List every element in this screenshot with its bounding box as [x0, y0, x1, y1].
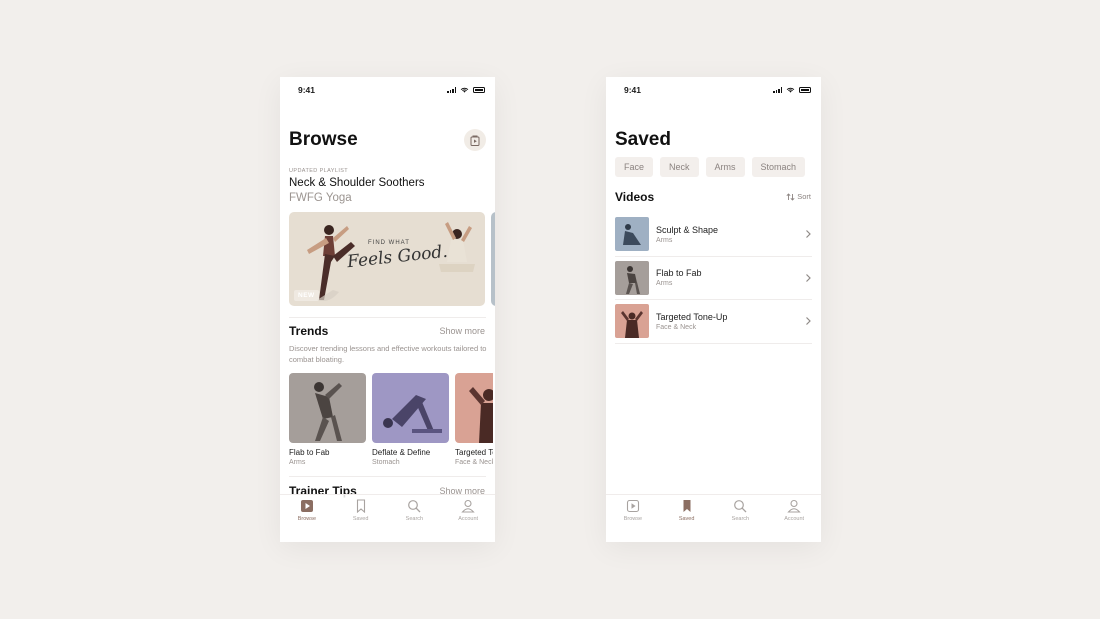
- trend-card-subtitle: Arms: [289, 459, 306, 466]
- playlist-button[interactable]: [464, 129, 486, 151]
- saved-screen: 9:41 Saved Face Neck Arms Stomach Videos…: [606, 77, 821, 542]
- banner-text-line1: FIND WHAT: [368, 240, 410, 246]
- sort-label: Sort: [797, 192, 811, 201]
- page-title: Saved: [615, 129, 671, 150]
- status-time: 9:41: [298, 85, 316, 95]
- video-title: Flab to Fab: [656, 268, 702, 279]
- sort-icon: [786, 192, 795, 201]
- playlist-icon: [470, 135, 480, 146]
- bookmark-icon: [683, 500, 691, 512]
- video-row[interactable]: Sculpt & Shape Arms: [615, 213, 812, 257]
- play-square-icon: [300, 500, 313, 512]
- trend-card-title: Deflate & Define: [372, 448, 431, 457]
- battery-icon: [799, 87, 811, 93]
- status-bar: 9:41: [280, 85, 495, 97]
- wifi-icon: [786, 87, 795, 93]
- videos-title: Videos: [615, 190, 655, 204]
- status-icons: [447, 87, 485, 93]
- trends-title: Trends: [289, 324, 329, 338]
- video-thumbnail: [615, 304, 649, 339]
- video-row[interactable]: Flab to Fab Arms: [615, 257, 812, 300]
- video-title: Sculpt & Shape: [656, 224, 719, 235]
- video-subtitle: Face & Neck: [656, 323, 697, 331]
- sort-button[interactable]: Sort: [786, 192, 811, 201]
- person-icon: [787, 499, 801, 513]
- tab-label: Account: [458, 516, 479, 522]
- person-icon: [461, 499, 475, 513]
- tab-account[interactable]: Account: [774, 499, 814, 542]
- tab-bar: Browse Saved Search Account: [606, 494, 821, 542]
- playlist-eyebrow: UPDATED PLAYLIST: [289, 168, 349, 174]
- page-title: Browse: [289, 129, 358, 150]
- search-icon: [734, 500, 747, 513]
- tab-saved[interactable]: Saved: [667, 499, 707, 542]
- chip-neck[interactable]: Neck: [660, 157, 699, 177]
- browse-screen: 9:41 Browse UPDATED PLAYLIST Neck & Shou…: [280, 77, 495, 542]
- tab-browse[interactable]: Browse: [287, 499, 327, 542]
- status-time: 9:41: [624, 85, 642, 95]
- battery-icon: [473, 87, 485, 93]
- trend-card-title: Targeted Tone-Up: [455, 448, 493, 457]
- status-bar: 9:41: [606, 85, 821, 97]
- tab-label: Saved: [678, 516, 695, 522]
- cellular-signal-icon: [447, 87, 456, 93]
- tab-label: Saved: [352, 516, 369, 522]
- video-row[interactable]: Targeted Tone-Up Face & Neck: [615, 300, 812, 344]
- next-playlist-card[interactable]: [491, 212, 495, 306]
- video-subtitle: Arms: [656, 236, 673, 244]
- chip-stomach[interactable]: Stomach: [751, 157, 806, 177]
- trend-card-subtitle: Face & Neck: [455, 459, 493, 466]
- video-list: Sculpt & Shape Arms Flab to Fab Arms Tar…: [615, 213, 812, 344]
- tab-browse[interactable]: Browse: [613, 499, 653, 542]
- video-subtitle: Arms: [656, 280, 673, 288]
- status-icons: [773, 87, 811, 93]
- tab-label: Search: [405, 516, 424, 522]
- divider: [289, 317, 486, 318]
- playlist-name[interactable]: Neck & Shoulder Soothers: [289, 177, 425, 189]
- wifi-icon: [460, 87, 469, 93]
- new-badge: NEW: [294, 290, 319, 301]
- tab-search[interactable]: Search: [720, 499, 760, 542]
- tab-saved[interactable]: Saved: [341, 499, 381, 542]
- chip-arms[interactable]: Arms: [705, 157, 745, 177]
- trends-description: Discover trending lessons and effective …: [289, 344, 487, 364]
- tab-label: Search: [731, 516, 750, 522]
- trend-thumbnail: [455, 373, 493, 443]
- search-icon: [408, 500, 421, 513]
- trend-thumbnail: [289, 373, 366, 443]
- tab-account[interactable]: Account: [448, 499, 488, 542]
- divider: [289, 476, 486, 477]
- video-title: Targeted Tone-Up: [656, 311, 728, 322]
- chevron-right-icon: [806, 317, 811, 326]
- chevron-right-icon: [806, 273, 811, 282]
- trend-card-subtitle: Stomach: [372, 459, 400, 466]
- tab-label: Browse: [623, 516, 643, 522]
- video-thumbnail: [615, 217, 649, 252]
- chevron-right-icon: [806, 230, 811, 239]
- play-square-icon: [626, 499, 639, 513]
- tab-label: Account: [784, 516, 805, 522]
- trend-card-title: Flab to Fab: [289, 448, 330, 457]
- tab-search[interactable]: Search: [394, 499, 434, 542]
- trend-card[interactable]: Targeted Tone-Up Face & Neck: [455, 373, 493, 466]
- cellular-signal-icon: [773, 87, 782, 93]
- video-thumbnail: [615, 260, 649, 295]
- tab-bar: Browse Saved Search Account: [280, 494, 495, 542]
- trends-show-more-link[interactable]: Show more: [439, 326, 485, 336]
- tab-label: Browse: [297, 516, 317, 522]
- bookmark-icon: [356, 499, 365, 513]
- trend-card[interactable]: Flab to Fab Arms: [289, 373, 366, 466]
- chip-face[interactable]: Face: [615, 157, 654, 177]
- playlist-hero-card[interactable]: FIND WHAT Feels Good. NEW: [289, 212, 485, 306]
- playlist-trainer: FWFG Yoga: [289, 192, 352, 204]
- trends-carousel: Flab to Fab Arms Deflate & Define Stomac…: [289, 373, 493, 466]
- trend-card[interactable]: Deflate & Define Stomach: [372, 373, 449, 466]
- trend-thumbnail: [372, 373, 449, 443]
- filter-chips: Face Neck Arms Stomach: [615, 157, 806, 177]
